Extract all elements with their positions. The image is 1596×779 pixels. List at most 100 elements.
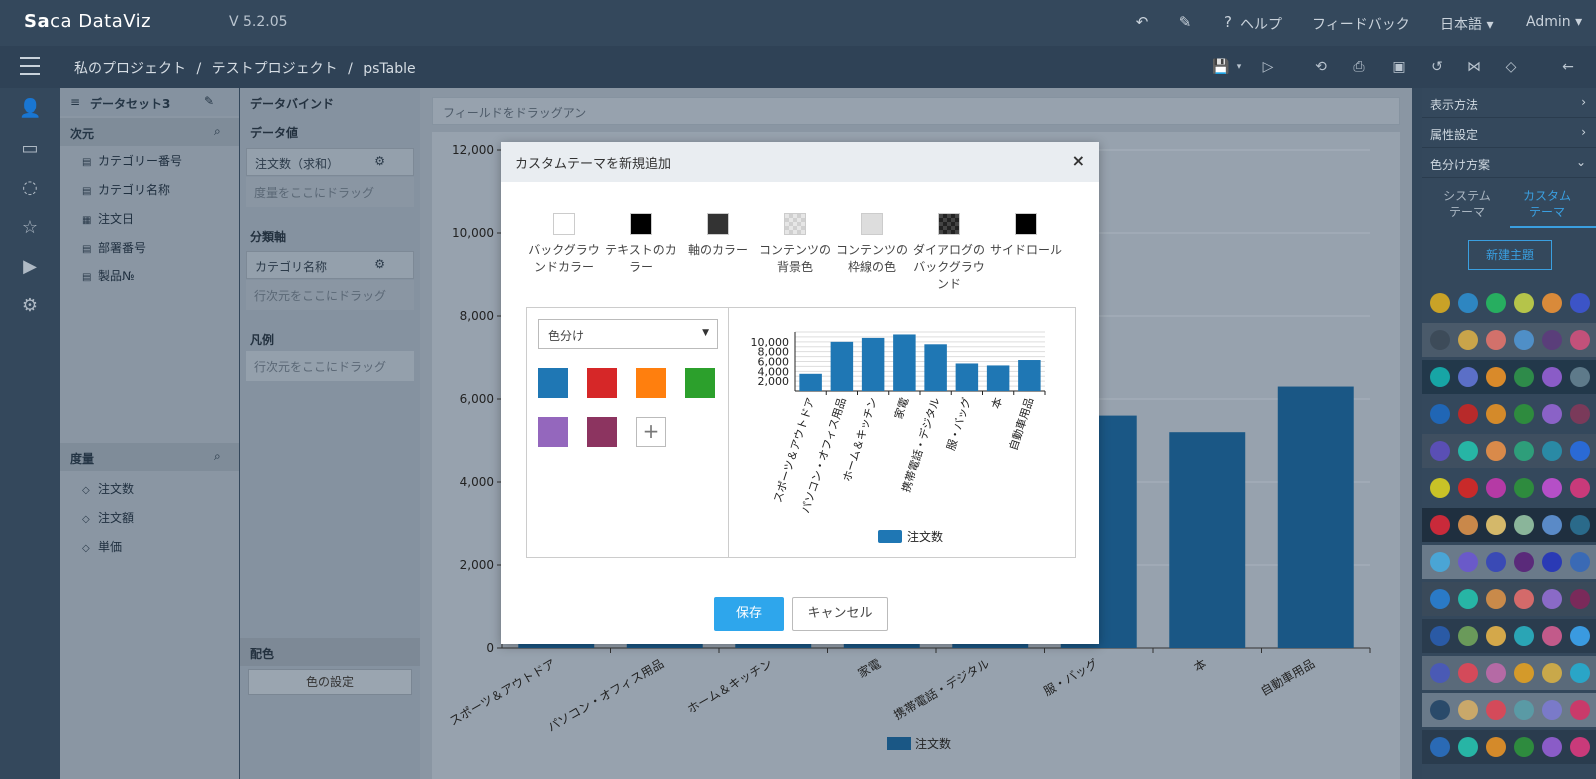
color-settings-button[interactable]: 色の設定: [248, 669, 412, 695]
palette-row[interactable]: [1422, 619, 1596, 653]
scheme-color-swatch[interactable]: [685, 368, 715, 398]
language-select[interactable]: 日本語 ▾: [1440, 14, 1493, 34]
field-drop-bar[interactable]: フィールドをドラッグアン: [432, 97, 1400, 125]
settings-icon[interactable]: ⚙: [19, 295, 41, 317]
save-icon[interactable]: 💾: [1212, 58, 1230, 76]
scheme-color-swatch[interactable]: [538, 368, 568, 398]
back-icon[interactable]: ↶: [1133, 13, 1151, 31]
help-icon[interactable]: ?: [1219, 13, 1237, 31]
palette-row[interactable]: [1422, 434, 1596, 468]
y-tick-label: 10,000: [751, 336, 790, 349]
palette-row[interactable]: [1422, 545, 1596, 579]
edit-icon[interactable]: ✎: [204, 94, 214, 108]
palette-color-dot: [1486, 330, 1506, 350]
palette-row[interactable]: [1422, 360, 1596, 394]
history-icon[interactable]: ⟲: [1312, 58, 1330, 76]
y-tick-label: 2,000: [460, 558, 494, 572]
palette-row[interactable]: [1422, 656, 1596, 690]
scheme-color-swatch[interactable]: [538, 417, 568, 447]
user-menu[interactable]: Admin ▾: [1526, 14, 1582, 30]
add-color-button[interactable]: +: [636, 417, 666, 447]
back-arrow-icon[interactable]: ←: [1559, 58, 1577, 76]
play-circle-icon[interactable]: ▶: [19, 256, 41, 278]
palette-row[interactable]: [1422, 730, 1596, 764]
display-method-row[interactable]: 表示方法 ›: [1422, 88, 1596, 118]
tag-icon[interactable]: ◇: [1502, 58, 1520, 76]
refresh-icon[interactable]: ◌: [19, 177, 41, 199]
dimension-item[interactable]: ▤ 部署番号: [82, 239, 146, 256]
settings-icon[interactable]: ⚙: [374, 154, 385, 168]
color-swatch[interactable]: [1015, 213, 1037, 235]
palette-row[interactable]: [1422, 471, 1596, 505]
color-swatch[interactable]: [861, 213, 883, 235]
palette-row[interactable]: [1422, 397, 1596, 431]
palette-color-dot: [1458, 700, 1478, 720]
edit-icon[interactable]: ✎: [1176, 13, 1194, 31]
monitor-icon[interactable]: ▭: [19, 138, 41, 160]
attribute-settings-row[interactable]: 属性設定 ›: [1422, 118, 1596, 148]
color-swatch-label: テキストのカラー: [605, 243, 677, 274]
save-button[interactable]: 保存: [714, 597, 784, 631]
chevron-down-icon: ▼: [702, 328, 709, 338]
breadcrumb-project[interactable]: テストプロジェクト: [212, 61, 338, 77]
user-icon[interactable]: 👤: [19, 98, 41, 120]
palette-row[interactable]: [1422, 582, 1596, 616]
axis-drop-zone[interactable]: 行次元をここにドラッグ: [246, 280, 414, 310]
palette-color-dot: [1458, 293, 1478, 313]
palette-color-dot: [1458, 515, 1478, 535]
measure-item[interactable]: ◇ 注文数: [82, 480, 134, 497]
x-tick-label: 携帯電話・デジタル: [891, 656, 992, 723]
axis-field[interactable]: カテゴリ名称 ⚙: [246, 251, 414, 279]
scheme-color-swatch[interactable]: [587, 417, 617, 447]
image-icon[interactable]: ▣: [1390, 58, 1408, 76]
feedback-link[interactable]: フィードバック: [1312, 14, 1410, 34]
star-icon[interactable]: ☆: [19, 217, 41, 239]
search-icon[interactable]: ⌕: [214, 124, 221, 139]
close-icon[interactable]: ×: [1072, 151, 1085, 170]
scheme-color-swatch[interactable]: [636, 368, 666, 398]
play-icon[interactable]: ▷: [1259, 58, 1277, 76]
color-scheme-row[interactable]: 色分け方案 ⌄: [1422, 148, 1596, 178]
chevron-down-icon[interactable]: ▾: [1230, 58, 1248, 76]
dimension-item[interactable]: ▦ 注文日: [82, 210, 134, 227]
legend-drop-zone[interactable]: 行次元をここにドラッグ: [246, 351, 414, 381]
breadcrumb-root[interactable]: 私のプロジェクト: [74, 61, 186, 77]
cancel-button[interactable]: キャンセル: [792, 597, 888, 631]
color-swatch[interactable]: [553, 213, 575, 235]
chevron-right-icon: ›: [1581, 95, 1586, 109]
dimension-item[interactable]: ▤ 製品№: [82, 267, 134, 284]
color-swatch[interactable]: [938, 213, 960, 235]
right-panel: 表示方法 › 属性設定 › 色分け方案 ⌄ システム テーマ カスタム テーマ …: [1422, 88, 1596, 779]
color-mode-select[interactable]: 色分け ▼: [538, 319, 718, 349]
new-theme-button[interactable]: 新建主題: [1468, 240, 1552, 270]
tab-system-theme[interactable]: システム テーマ: [1432, 188, 1502, 220]
scheme-color-swatch[interactable]: [587, 368, 617, 398]
measure-item[interactable]: ◇ 注文額: [82, 509, 134, 526]
data-value-field[interactable]: 注文数（求和） ⚙: [246, 148, 414, 176]
x-tick-label: スポーツ＆アウトドア: [447, 656, 558, 728]
palette-row[interactable]: [1422, 508, 1596, 542]
x-tick-label: 本: [988, 396, 1005, 411]
palette-row[interactable]: [1422, 693, 1596, 727]
palette-row[interactable]: [1422, 286, 1596, 320]
palette-color-dot: [1430, 367, 1450, 387]
share-icon[interactable]: ⋈: [1465, 58, 1483, 76]
dimension-item[interactable]: ▤ カテゴリ名称: [82, 181, 170, 198]
help-link[interactable]: ヘルプ: [1240, 14, 1282, 34]
bar: [955, 363, 979, 391]
menu-icon[interactable]: [20, 57, 40, 75]
measure-item[interactable]: ◇ 単価: [82, 538, 122, 555]
color-swatch[interactable]: [784, 213, 806, 235]
dimension-item[interactable]: ▤ カテゴリー番号: [82, 152, 182, 169]
color-swatch[interactable]: [707, 213, 729, 235]
app-logo: Saca DataViz: [24, 11, 151, 32]
color-swatch-label: コンテンツの枠線の色: [835, 243, 908, 274]
settings-icon[interactable]: ⚙: [374, 257, 385, 271]
measure-drop-zone[interactable]: 度量をここにドラッグ: [246, 177, 414, 207]
print-icon[interactable]: ⎙: [1350, 58, 1368, 76]
tab-custom-theme[interactable]: カスタム テーマ: [1512, 188, 1582, 220]
palette-row[interactable]: [1422, 323, 1596, 357]
search-icon[interactable]: ⌕: [214, 449, 221, 464]
color-swatch[interactable]: [630, 213, 652, 235]
undo-icon[interactable]: ↺: [1428, 58, 1446, 76]
